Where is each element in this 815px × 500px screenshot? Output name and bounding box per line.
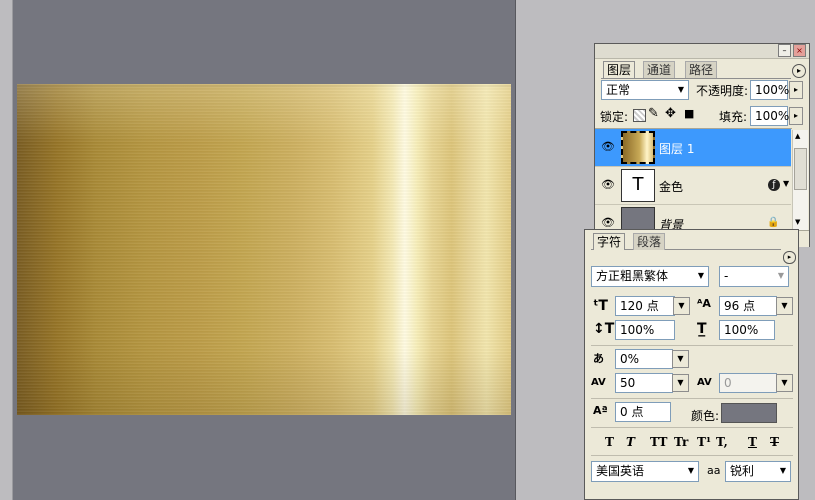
opacity-label: 不透明度: [696,84,749,98]
tsume-icon: あ [593,352,604,365]
font-family-value: 方正粗黑繁体 [596,269,669,283]
divider [591,345,793,346]
tab-character[interactable]: 字符 [593,233,626,250]
tracking-input[interactable]: 50 [615,373,673,393]
layers-panel: – × 图层 通道 路径 ▸ 正常 ▼ 不透明度: 100% ▸ 锁定: ✎ ✥… [594,43,810,247]
brushed-gold-canvas[interactable] [17,84,511,415]
underline-button[interactable]: T [748,435,757,449]
text-layer-thumbnail: T [621,169,655,202]
panel-menu-icon[interactable]: ▸ [792,64,806,78]
lock-move-icon[interactable]: ✥ [665,106,676,121]
language-select[interactable]: 美国英语 ▼ [591,461,699,482]
color-label: 颜色: [691,409,720,423]
subscript-button[interactable]: T, [716,435,728,449]
leading-dropdown[interactable]: ▼ [776,297,793,315]
leading-input[interactable]: 96 点 [719,296,777,316]
divider [591,398,793,399]
eye-icon[interactable]: 👁 [600,141,616,153]
tab-layers[interactable]: 图层 [603,61,636,78]
opacity-input[interactable]: 100% [750,80,789,100]
tab-paths[interactable]: 路径 [685,61,718,78]
layer-row-background[interactable]: 👁 背景 🔒 [595,205,791,231]
leading-icon: ᴬA [697,297,711,310]
chevron-down-icon: ▼ [697,271,704,280]
close-icon[interactable]: × [793,44,806,57]
fill-label: 填充: [719,110,748,124]
layers-tab-strip: 图层 通道 路径 [601,61,791,79]
font-style-select[interactable]: - ▼ [719,266,789,287]
language-value: 美国英语 [596,464,645,478]
kerning-input[interactable]: 0 [719,373,777,393]
antialias-select[interactable]: 锐利 ▼ [725,461,791,482]
chevron-down-icon: ▼ [677,85,684,94]
lock-all-icon[interactable]: ■ [684,107,694,120]
character-panel: 字符 段落 ▸ 方正粗黑繁体 ▼ - ▼ ᵗT 120 点 ▼ ᴬA 96 点 … [584,229,799,500]
tsume-dropdown[interactable]: ▼ [672,350,689,368]
superscript-button[interactable]: T¹ [697,435,711,449]
layer-name: 金色 [659,180,684,194]
layer-name: 图层 1 [659,142,695,156]
lock-brush-icon[interactable]: ✎ [648,106,659,121]
fill-input[interactable]: 100% [750,106,789,126]
blend-mode-select[interactable]: 正常 ▼ [601,80,689,100]
antialias-value: 锐利 [730,464,755,478]
scroll-thumb[interactable] [794,148,807,190]
baseline-shift-input[interactable]: 0 点 [615,402,671,422]
font-size-icon: ᵗT [593,298,608,314]
lock-transparency-icon[interactable] [633,109,646,122]
layer-row-gold-text[interactable]: 👁 T 金色 ƒ ▼ [595,167,791,205]
chevron-down-icon: ▼ [779,466,786,475]
tracking-icon: AV [591,377,606,388]
layer-style-icon[interactable]: ƒ [768,179,780,191]
chevron-down-icon: ▼ [777,271,784,280]
vertical-scale-input[interactable]: 100% [615,320,675,340]
character-tab-strip: 字符 段落 [591,232,781,250]
minimize-icon[interactable]: – [778,44,791,57]
panel-menu-icon[interactable]: ▸ [783,251,796,264]
kerning-icon: AV [697,377,712,388]
divider [591,427,793,428]
scroll-down-icon[interactable]: ▼ [795,218,800,226]
lock-label: 锁定: [600,110,629,124]
font-size-dropdown[interactable]: ▼ [673,297,690,315]
tsume-input[interactable]: 0% [615,349,673,369]
scroll-up-icon[interactable]: ▲ [795,132,800,140]
background-thumbnail [621,207,655,231]
layer-row-layer1[interactable]: 👁 图层 1 [595,129,791,167]
chevron-down-icon: ▼ [687,466,694,475]
lock-icon: 🔒 [767,217,780,228]
eye-icon[interactable]: 👁 [600,217,616,229]
horizontal-scale-icon: T̲ [697,321,707,337]
font-style-value: - [724,269,729,283]
kerning-dropdown[interactable]: ▼ [776,374,793,392]
tracking-dropdown[interactable]: ▼ [672,374,689,392]
antialias-label: aa [707,464,721,477]
faux-bold-button[interactable]: T [605,435,614,449]
tab-paragraph[interactable]: 段落 [633,233,666,250]
all-caps-button[interactable]: TT [650,435,667,449]
baseline-shift-icon: Aª [593,404,608,417]
expand-effects-icon[interactable]: ▼ [783,179,789,188]
horizontal-scale-input[interactable]: 100% [719,320,775,340]
strikethrough-button[interactable]: T [770,435,779,449]
small-caps-button[interactable]: Tr [674,435,688,449]
font-family-select[interactable]: 方正粗黑繁体 ▼ [591,266,709,287]
faux-italic-button[interactable]: T [626,435,635,449]
font-size-input[interactable]: 120 点 [615,296,675,316]
vertical-scale-icon: ↕T [593,321,615,337]
text-color-swatch[interactable] [721,403,777,423]
blend-mode-value: 正常 [606,83,631,97]
layers-list: 👁 图层 1 👁 T 金色 ƒ ▼ 👁 背景 🔒 [595,128,792,231]
left-margin [0,0,12,500]
eye-icon[interactable]: 👁 [600,179,616,191]
layers-panel-titlebar[interactable]: – × [595,44,809,59]
divider [591,455,793,456]
layer-thumbnail-gold [621,131,655,164]
fill-slider-button[interactable]: ▸ [789,107,803,125]
layers-scrollbar[interactable]: ▲ ▼ [792,130,808,230]
tab-channels[interactable]: 通道 [643,61,676,78]
opacity-slider-button[interactable]: ▸ [789,81,803,99]
